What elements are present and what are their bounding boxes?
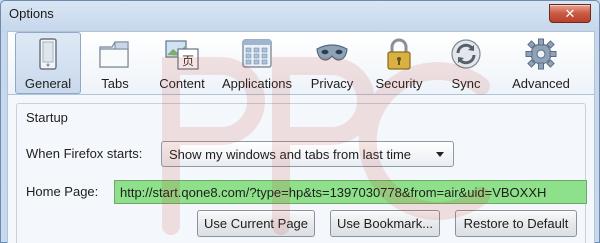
svg-text:页: 页 [182, 54, 194, 68]
options-window: Options ✕ General Tabs 页 Content Applica… [0, 0, 600, 243]
tab-tabs[interactable]: Tabs [82, 32, 148, 94]
preferences-toolbar: General Tabs 页 Content Applications Priv… [7, 31, 595, 94]
tab-label: Applications [221, 76, 293, 91]
button-label: Use Current Page [203, 216, 309, 231]
group-title: Startup [26, 110, 68, 125]
title-bar[interactable]: Options ✕ [1, 1, 599, 27]
when-starts-label: When Firefox starts: [26, 146, 143, 161]
tab-applications[interactable]: Applications [216, 32, 298, 94]
tab-label: Content [159, 76, 205, 91]
applications-icon [239, 37, 275, 71]
window-title: Options [9, 6, 54, 21]
padlock-icon [381, 37, 417, 71]
content-icon: 页 [164, 37, 200, 71]
home-page-input[interactable]: http://start.qone8.com/?type=hp&ts=13970… [114, 180, 587, 204]
tab-label: General [24, 76, 72, 91]
tabs-icon [97, 37, 133, 71]
home-page-value: http://start.qone8.com/?type=hp&ts=13970… [120, 185, 547, 200]
tab-security[interactable]: Security [366, 32, 432, 94]
general-pane: Startup When Firefox starts: Show my win… [7, 94, 595, 243]
tab-label: Advanced [512, 76, 570, 91]
tab-advanced[interactable]: Advanced [500, 32, 582, 94]
close-button[interactable]: ✕ [549, 4, 591, 23]
tab-privacy[interactable]: Privacy [299, 32, 365, 94]
button-label: Use Bookmark... [336, 216, 434, 231]
gear-icon [523, 37, 559, 71]
sync-icon [448, 37, 484, 71]
privacy-mask-icon [314, 37, 350, 71]
tab-general[interactable]: General [15, 32, 81, 94]
tab-sync[interactable]: Sync [433, 32, 499, 94]
tab-label: Tabs [101, 76, 129, 91]
tab-content[interactable]: 页 Content [149, 32, 215, 94]
startup-select-value: Show my windows and tabs from last time [169, 147, 412, 162]
button-label: Restore to Default [463, 216, 569, 231]
home-page-label: Home Page: [26, 184, 99, 199]
use-current-page-button[interactable]: Use Current Page [197, 210, 315, 237]
tab-label: Privacy [310, 76, 354, 91]
startup-group: Startup When Firefox starts: Show my win… [16, 103, 587, 243]
restore-default-button[interactable]: Restore to Default [455, 210, 577, 237]
tab-label: Security [375, 76, 423, 91]
general-icon [30, 37, 66, 71]
close-icon: ✕ [564, 5, 576, 21]
chevron-down-icon [436, 152, 444, 157]
tab-label: Sync [451, 76, 481, 91]
use-bookmark-button[interactable]: Use Bookmark... [330, 210, 440, 237]
startup-select[interactable]: Show my windows and tabs from last time [161, 141, 454, 167]
